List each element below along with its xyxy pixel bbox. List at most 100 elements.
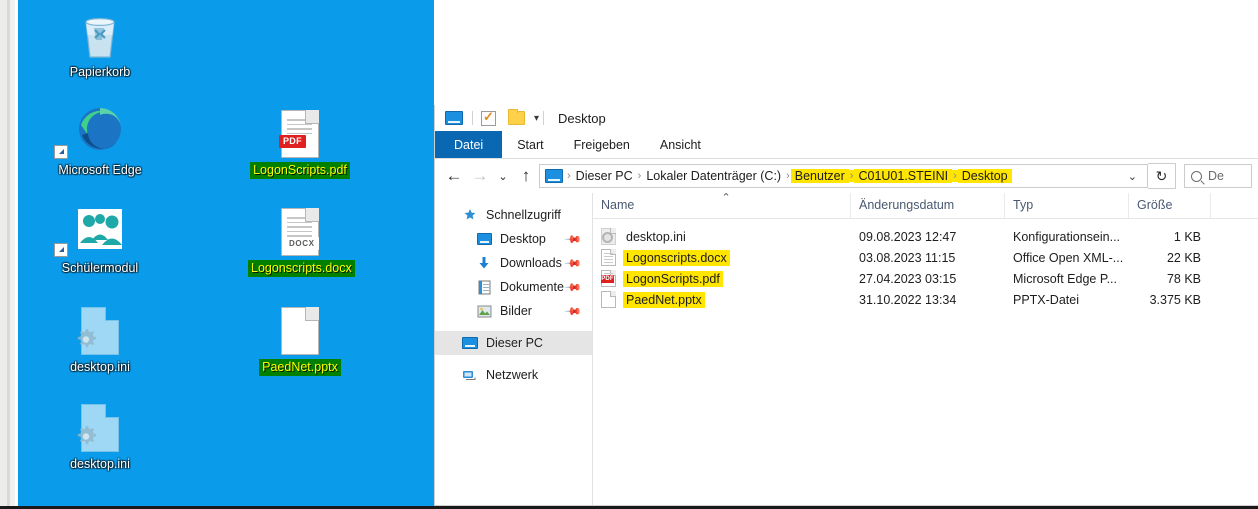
file-date: 27.04.2023 03:15 xyxy=(859,271,957,286)
star-pin-icon xyxy=(461,208,479,222)
desktop-icon[interactable]: desktop.ini xyxy=(48,303,152,376)
tab-freigeben[interactable]: Freigeben xyxy=(559,131,645,158)
file-name: LogonScripts.pdf xyxy=(623,270,723,287)
toolbar-divider xyxy=(543,111,545,125)
pin-icon[interactable]: 📌 xyxy=(564,278,583,296)
pdf-file-icon: PDF xyxy=(601,270,616,287)
properties-checkmark-icon[interactable] xyxy=(481,109,500,126)
ini-file-glyph xyxy=(77,307,119,355)
up-button[interactable]: ↑ xyxy=(513,163,539,189)
table-row[interactable]: desktop.ini 09.08.2023 12:47 Konfigurati… xyxy=(593,226,1258,247)
column-header-label: Typ xyxy=(1013,198,1034,212)
docx-file-glyph: DOCX xyxy=(281,208,319,256)
sidebar-item-label: Dokumente xyxy=(500,280,564,294)
file-date: 03.08.2023 11:15 xyxy=(859,250,956,265)
sidebar-item-dokumente[interactable]: Dokumente 📌 xyxy=(435,275,592,299)
file-name: desktop.ini xyxy=(626,229,686,244)
tab-datei[interactable]: Datei xyxy=(435,131,503,158)
desktop-icon-label: Schülermodul xyxy=(61,261,139,275)
desktop-icon[interactable]: Microsoft Edge xyxy=(48,106,152,179)
pdf-file-glyph: PDF xyxy=(279,110,319,158)
file-name-cell[interactable]: PaedNet.pptx xyxy=(593,291,851,308)
window-body: Schnellzugriff Desktop 📌 Downloads 📌 Dok… xyxy=(435,192,1258,505)
file-type: Konfigurationsein... xyxy=(1013,229,1121,244)
search-icon xyxy=(1191,170,1202,182)
chevron-down-icon[interactable]: ⌄ xyxy=(1120,170,1145,183)
students-glyph xyxy=(76,207,124,256)
sort-ascending-icon: ⌃ xyxy=(721,192,731,204)
column-header-size[interactable]: Größe xyxy=(1129,193,1211,218)
ribbon-tabs: Datei Start Freigeben Ansicht xyxy=(435,131,1258,159)
ini-file-icon xyxy=(601,228,616,245)
column-header-name[interactable]: ⌃ Name xyxy=(593,192,851,218)
window-titlebar: ▾ Desktop xyxy=(435,105,1258,131)
desktop-icon[interactable]: PaedNet.pptx xyxy=(248,303,352,376)
network-icon xyxy=(461,368,479,382)
toolbar-divider xyxy=(472,111,473,125)
file-date: 09.08.2023 12:47 xyxy=(859,229,957,244)
column-header-label: Größe xyxy=(1137,198,1173,212)
desktop-icon[interactable]: Schülermodul xyxy=(48,204,152,277)
file-name-cell[interactable]: Logonscripts.docx xyxy=(593,249,851,266)
pptx-file-icon xyxy=(601,291,616,308)
desktop-icon[interactable]: Papierkorb xyxy=(48,8,152,81)
column-header-type[interactable]: Typ xyxy=(1005,193,1129,218)
sidebar-item-netzwerk[interactable]: Netzwerk xyxy=(435,363,592,387)
this-pc-icon xyxy=(545,168,564,184)
window-title: Desktop xyxy=(558,110,606,126)
folder-icon[interactable] xyxy=(508,108,527,126)
refresh-button[interactable]: ↻ xyxy=(1148,163,1176,189)
desktop-icon[interactable]: DOCX Logonscripts.docx xyxy=(248,204,355,277)
file-type: Microsoft Edge P... xyxy=(1013,271,1117,286)
recycle-bin-glyph xyxy=(77,12,123,60)
column-header-date[interactable]: Änderungsdatum xyxy=(851,193,1005,218)
chevron-down-icon[interactable]: ▾ xyxy=(534,113,539,124)
breadcrumb-item-lokaler-datentraeger[interactable]: Lokaler Datenträger (C:) xyxy=(642,169,785,183)
file-size: 1 KB xyxy=(1173,229,1201,244)
blank-file-glyph xyxy=(281,307,319,355)
desktop-icon[interactable]: PDF LogonScripts.pdf xyxy=(248,106,352,179)
breadcrumb[interactable]: › Dieser PC › Lokaler Datenträger (C:) ›… xyxy=(539,164,1148,188)
sidebar-item-label: Netzwerk xyxy=(486,368,539,382)
column-header-label: Änderungsdatum xyxy=(859,198,955,212)
file-name-cell[interactable]: desktop.ini xyxy=(593,228,851,245)
desktop-background[interactable]: Papierkorb Microsoft Edge Schülermodul d… xyxy=(18,0,434,506)
table-row[interactable]: PaedNet.pptx 31.10.2022 13:34 PPTX-Datei… xyxy=(593,289,1258,310)
desktop-icon-label: Microsoft Edge xyxy=(58,163,142,177)
file-name-cell[interactable]: PDF LogonScripts.pdf xyxy=(593,270,851,287)
pin-icon[interactable]: 📌 xyxy=(564,302,583,320)
sidebar-item-downloads[interactable]: Downloads 📌 xyxy=(435,251,592,275)
file-type: Office Open XML-... xyxy=(1013,250,1124,265)
search-input[interactable]: De xyxy=(1184,164,1252,188)
sidebar-item-dieser-pc[interactable]: Dieser PC xyxy=(435,331,592,355)
pin-icon[interactable]: 📌 xyxy=(564,230,583,248)
column-header-label: Name xyxy=(601,198,635,212)
recent-locations-button[interactable]: ⌄ xyxy=(493,163,513,189)
edge-glyph xyxy=(76,105,124,158)
breadcrumb-item-benutzer[interactable]: Benutzer xyxy=(790,169,849,183)
sidebar-item-desktop[interactable]: Desktop 📌 xyxy=(435,227,592,251)
sidebar-item-schnellzugriff[interactable]: Schnellzugriff xyxy=(435,203,592,227)
shortcut-arrow-icon xyxy=(54,145,68,159)
tab-ansicht[interactable]: Ansicht xyxy=(645,131,716,158)
table-row[interactable]: Logonscripts.docx 03.08.2023 11:15 Offic… xyxy=(593,247,1258,268)
monitor-icon[interactable] xyxy=(445,110,464,126)
desktop-icon-label: Logonscripts.docx xyxy=(248,260,355,277)
forward-button[interactable]: → xyxy=(467,163,493,189)
gear-icon xyxy=(77,329,97,348)
sidebar-item-label: Bilder xyxy=(500,304,532,318)
sidebar-item-bilder[interactable]: Bilder 📌 xyxy=(435,299,592,323)
pin-icon[interactable]: 📌 xyxy=(564,254,583,272)
file-list-pane: ⌃ Name Änderungsdatum Typ Größe desktop.… xyxy=(593,192,1258,505)
table-row[interactable]: PDF LogonScripts.pdf 27.04.2023 03:15 Mi… xyxy=(593,268,1258,289)
file-size: 3.375 KB xyxy=(1149,292,1201,307)
file-type: PPTX-Datei xyxy=(1013,292,1079,307)
file-name: PaedNet.pptx xyxy=(623,291,705,308)
back-button[interactable]: ← xyxy=(441,163,467,189)
breadcrumb-item-dieser-pc[interactable]: Dieser PC xyxy=(572,169,637,183)
pictures-icon xyxy=(475,305,493,318)
breadcrumb-item-user[interactable]: C01U01.STEINI xyxy=(854,169,953,183)
tab-start[interactable]: Start xyxy=(502,131,558,158)
breadcrumb-item-desktop[interactable]: Desktop xyxy=(957,169,1012,183)
desktop-icon[interactable]: desktop.ini xyxy=(48,400,152,473)
